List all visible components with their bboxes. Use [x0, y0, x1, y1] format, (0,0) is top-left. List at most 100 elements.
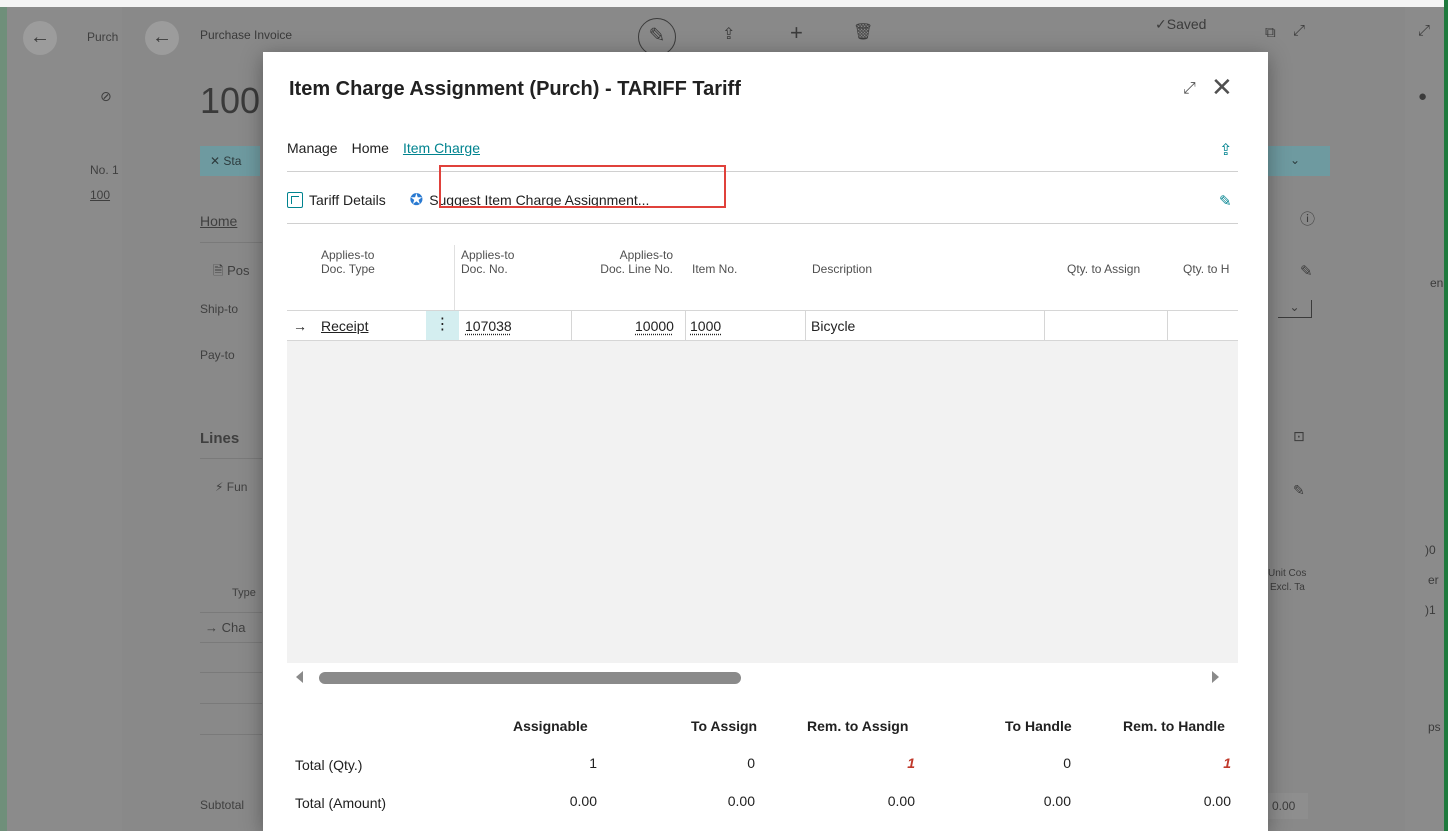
- lines-row-type: Cha: [221, 620, 246, 635]
- expand-icon[interactable]: ⤢: [1183, 80, 1196, 98]
- total-qty-assignable: 1: [589, 755, 597, 771]
- header-item-no[interactable]: Item No.: [692, 262, 737, 276]
- type-column-header: Type: [232, 587, 256, 599]
- dropdown-icon[interactable]: ⌄: [1278, 300, 1312, 318]
- excl-tax-header: Excl. Ta: [1270, 582, 1305, 593]
- grid-empty-area: [287, 341, 1238, 663]
- outer-no-value[interactable]: 100: [90, 188, 110, 202]
- totals-header-rem-to-assign: Rem. to Assign: [807, 718, 909, 734]
- menu-manage[interactable]: Manage: [287, 140, 338, 164]
- right-partial-text: en: [1430, 276, 1444, 290]
- horizontal-scrollbar[interactable]: [287, 663, 1238, 693]
- share-icon[interactable]: ⇪: [1219, 140, 1232, 160]
- header-line: Doc. Type: [321, 262, 375, 276]
- lines-heading: Lines: [200, 430, 240, 447]
- document-number: 100: [200, 80, 261, 121]
- totals-header-rem-to-handle: Rem. to Handle: [1123, 718, 1225, 734]
- status-bar: ✕ Sta: [200, 146, 260, 176]
- tariff-details-label: Tariff Details: [309, 192, 386, 208]
- share-icon[interactable]: ⇪: [722, 24, 735, 44]
- header-qty-to-handle[interactable]: Qty. to H: [1183, 262, 1229, 276]
- edit-pencil-icon[interactable]: ✎: [638, 18, 676, 56]
- info-icon[interactable]: ⓘ: [1300, 208, 1315, 229]
- ship-to-label: Ship-to: [200, 302, 239, 316]
- right-partial-text: )0: [1425, 543, 1436, 557]
- new-icon[interactable]: +: [790, 20, 803, 46]
- dialog-title: Item Charge Assignment (Purch) - TARIFF …: [289, 78, 741, 100]
- lines-row[interactable]: → Cha: [205, 620, 245, 635]
- pin-icon[interactable]: ✎: [1300, 262, 1313, 280]
- tariff-details-button[interactable]: Tariff Details: [287, 192, 386, 208]
- scroll-thumb[interactable]: [319, 672, 741, 684]
- outer-no-label: No. 1: [90, 163, 119, 177]
- totals-header-to-handle: To Handle: [1005, 718, 1072, 734]
- total-amount-label: Total (Amount): [295, 795, 387, 811]
- total-amount-to-assign: 0.00: [727, 793, 755, 809]
- outer-back-button[interactable]: ←: [23, 21, 57, 55]
- calculator-icon: [287, 192, 303, 208]
- divider: [200, 242, 262, 243]
- divider: [200, 458, 262, 459]
- saved-status: ✓Saved: [1155, 16, 1207, 32]
- cell-separator: [805, 311, 806, 340]
- menu-divider: [287, 171, 1238, 172]
- window-top-bar: [0, 0, 1448, 7]
- right-partial-text: er: [1428, 573, 1439, 587]
- close-icon[interactable]: ✕: [1211, 74, 1233, 100]
- scroll-right-arrow-icon[interactable]: [1212, 671, 1219, 683]
- menu-bar: Manage Home Item Charge: [287, 140, 480, 164]
- home-tab[interactable]: Home: [200, 213, 237, 229]
- cell-separator: [1044, 311, 1045, 340]
- expand-lines-icon[interactable]: ⊡: [1293, 428, 1305, 445]
- divider: [200, 612, 262, 613]
- delete-icon[interactable]: 🗑: [853, 22, 873, 42]
- left-edge-strip: [0, 7, 7, 831]
- row-actions-menu[interactable]: ⋮: [426, 311, 459, 340]
- total-amount-assignable: 0.00: [569, 793, 597, 809]
- functions-menu[interactable]: ⚡ Fun: [215, 480, 247, 494]
- header-line: Doc. No.: [461, 262, 508, 276]
- divider: [200, 642, 262, 643]
- right-partial-text: )1: [1425, 603, 1436, 617]
- cell-doc-line-no[interactable]: 10000: [635, 318, 674, 334]
- page-title: Purchase Invoice: [200, 28, 293, 42]
- total-amount-to-handle: 0.00: [1043, 793, 1071, 809]
- outer-breadcrumb: Purch: [87, 30, 119, 44]
- scroll-left-arrow-icon[interactable]: [296, 671, 303, 683]
- header-line: Applies-to: [321, 248, 375, 262]
- header-doc-no[interactable]: Applies-to Doc. No.: [461, 248, 514, 276]
- header-qty-to-assign[interactable]: Qty. to Assign: [1067, 262, 1140, 276]
- cell-separator: [571, 311, 572, 340]
- open-new-window-icon[interactable]: ⧉: [1265, 24, 1276, 41]
- outer-edit-icon: ⊘: [100, 88, 112, 104]
- outer-expand-icon[interactable]: ⤢: [1418, 22, 1430, 39]
- menu-home[interactable]: Home: [352, 140, 389, 164]
- expand-icon[interactable]: ⤢: [1293, 22, 1305, 39]
- total-amount-rem-to-assign: 0.00: [887, 793, 915, 809]
- header-doc-type[interactable]: Applies-to Doc. Type: [321, 248, 375, 276]
- status-text: Sta: [223, 154, 242, 168]
- pay-to-label: Pay-to: [200, 348, 235, 362]
- back-button[interactable]: ←: [145, 21, 179, 55]
- status-bar-right[interactable]: ⌄: [1266, 146, 1330, 176]
- cell-doc-type[interactable]: Receipt: [321, 318, 368, 334]
- subtotal-value: 0.00: [1268, 793, 1308, 819]
- pin-lines-icon[interactable]: ✎: [1293, 482, 1305, 499]
- post-label: Pos: [227, 263, 250, 278]
- menu-item-charge[interactable]: Item Charge: [403, 140, 480, 164]
- table-row[interactable]: → Receipt ⋮ 107038 10000 1000 Bicycle: [287, 310, 1238, 341]
- header-doc-line-no[interactable]: Applies-to Doc. Line No.: [589, 248, 673, 276]
- totals-header-assignable: Assignable: [513, 718, 588, 734]
- total-qty-to-handle: 0: [1063, 755, 1071, 771]
- post-button[interactable]: 🗎 Pos: [213, 262, 249, 284]
- right-partial-text: ps: [1428, 720, 1441, 734]
- info-circle-icon[interactable]: ●: [1418, 88, 1427, 105]
- cell-description[interactable]: Bicycle: [811, 318, 855, 334]
- cell-item-no[interactable]: 1000: [690, 318, 721, 334]
- total-qty-to-assign: 0: [747, 755, 755, 771]
- cell-doc-no[interactable]: 107038: [465, 318, 512, 334]
- item-charge-assignment-dialog: Item Charge Assignment (Purch) - TARIFF …: [263, 52, 1268, 831]
- pin-icon[interactable]: ✎: [1219, 192, 1232, 210]
- total-amount-rem-to-handle: 0.00: [1203, 793, 1231, 809]
- header-description[interactable]: Description: [812, 262, 872, 276]
